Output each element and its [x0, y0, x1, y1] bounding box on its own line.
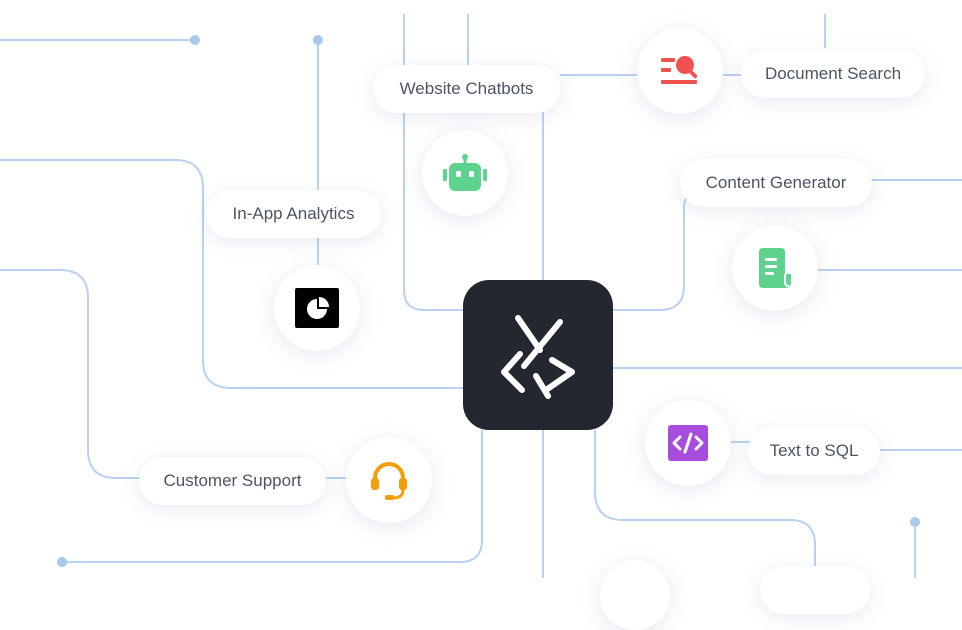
- partial-node-bottom: [600, 560, 670, 630]
- text-to-sql-node[interactable]: [645, 400, 731, 486]
- in-app-analytics-text: In-App Analytics: [232, 204, 355, 223]
- content-generator-text: Content Generator: [705, 173, 847, 192]
- customer-support-text: Customer Support: [163, 471, 302, 490]
- brand-logo-icon: [501, 315, 575, 399]
- central-hub[interactable]: [463, 280, 613, 430]
- content-generator-node[interactable]: [732, 225, 818, 311]
- website-chatbots-node[interactable]: [422, 130, 508, 216]
- robot-icon: [443, 154, 487, 191]
- document-search-icon: [661, 56, 698, 84]
- website-chatbots-label[interactable]: Website Chatbots: [373, 65, 560, 113]
- text-to-sql-text: Text to SQL: [769, 441, 859, 460]
- in-app-analytics-label[interactable]: In-App Analytics: [206, 190, 381, 238]
- customer-support-label[interactable]: Customer Support: [139, 457, 326, 505]
- customer-support-node[interactable]: [346, 437, 432, 523]
- headset-icon: [371, 462, 407, 500]
- pie-chart-icon: [295, 288, 339, 328]
- text-to-sql-label[interactable]: Text to SQL: [748, 427, 880, 475]
- partial-label-bottom: [760, 566, 870, 614]
- in-app-analytics-node[interactable]: [274, 265, 360, 351]
- content-generator-label[interactable]: Content Generator: [680, 159, 872, 207]
- document-search-text: Document Search: [764, 64, 902, 83]
- website-chatbots-text: Website Chatbots: [399, 79, 534, 98]
- code-icon: [668, 425, 708, 461]
- document-search-node[interactable]: [637, 28, 723, 114]
- document-search-label[interactable]: Document Search: [741, 50, 925, 98]
- document-icon: [759, 248, 791, 288]
